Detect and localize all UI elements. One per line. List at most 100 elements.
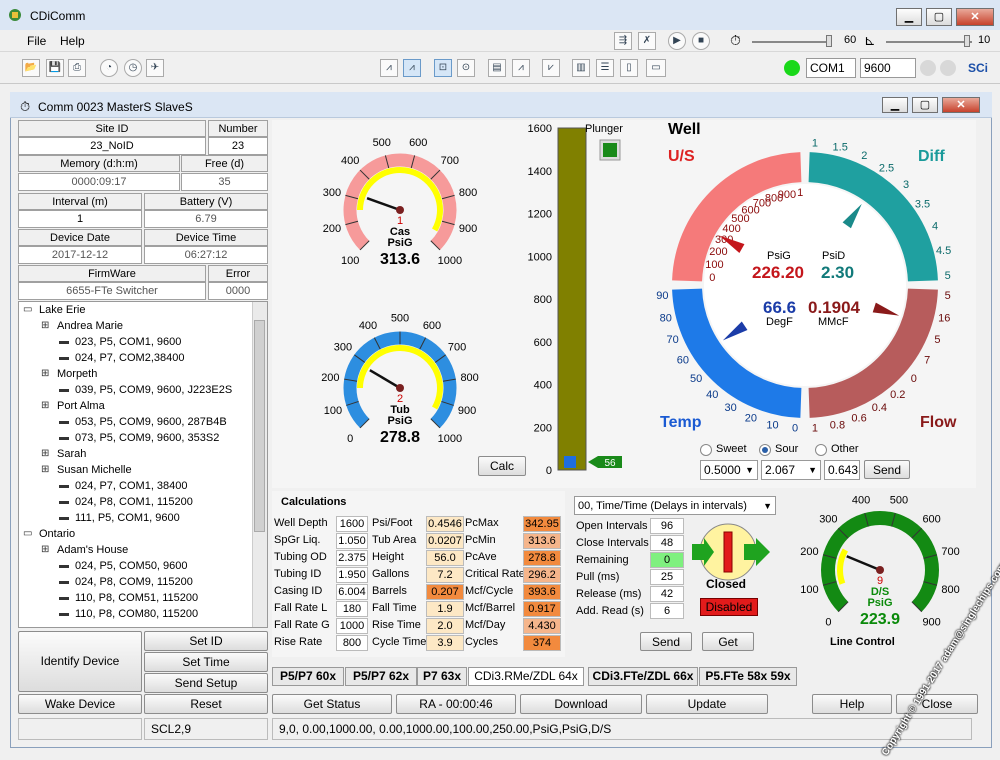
- tree-item[interactable]: 024, P5, COM50, 9600: [75, 560, 188, 572]
- network-icon[interactable]: ⇶: [614, 32, 632, 50]
- calc-value[interactable]: 1.950: [336, 567, 368, 583]
- cascade-icon[interactable]: ▥: [572, 59, 590, 77]
- export-chart-icon[interactable]: ⩗: [542, 59, 560, 77]
- tree-item[interactable]: 023, P5, COM1, 9600: [75, 336, 181, 348]
- number-field[interactable]: 23: [208, 137, 268, 155]
- save-icon[interactable]: 💾: [46, 59, 64, 77]
- calc-value[interactable]: 1000: [336, 618, 368, 634]
- baud-rate-field[interactable]: 9600: [860, 58, 916, 78]
- site-tree[interactable]: ▭ Lake Erie ⊞ Andrea Marie ▬ 023, P5, COM1, 9…: [18, 301, 268, 628]
- com-port-field[interactable]: COM1: [806, 58, 856, 78]
- calc-value[interactable]: 1.050: [336, 533, 368, 549]
- close-window-button[interactable]: ✕: [956, 8, 994, 26]
- magnify-page-icon[interactable]: ⊙: [457, 59, 475, 77]
- tree-item[interactable]: 110, P8, COM51, 115200: [75, 592, 198, 604]
- send-gas-button[interactable]: Send: [864, 460, 910, 479]
- gauge-icon[interactable]: ◔: [100, 59, 118, 77]
- scale-slider-knob[interactable]: [964, 35, 970, 47]
- tree-item[interactable]: 024, P7, COM1, 38400: [75, 480, 188, 492]
- tab-4[interactable]: CDi3.FTe/ZDL 66x: [588, 667, 698, 686]
- tree-item[interactable]: Ontario: [39, 528, 75, 540]
- tree-item[interactable]: 039, P5, COM9, 9600, J223E2S: [75, 384, 232, 396]
- print-icon[interactable]: ⎙: [68, 59, 86, 77]
- tree-item[interactable]: 053, P5, COM9, 9600, 287B4B: [75, 416, 227, 428]
- ra-timer-button[interactable]: RA - 00:00:46: [396, 694, 516, 714]
- calc-value[interactable]: 800: [336, 635, 368, 651]
- tree-item[interactable]: 073, P5, COM9, 9600, 353S2: [75, 432, 219, 444]
- control-value[interactable]: 6: [650, 603, 684, 619]
- line-chart-icon[interactable]: ⩘: [380, 59, 398, 77]
- interval-field[interactable]: 1: [18, 210, 142, 228]
- calc-value[interactable]: 180: [336, 601, 368, 617]
- tab-0[interactable]: P5/P7 60x: [272, 667, 344, 686]
- tree-item[interactable]: 110, P8, COM80, 115200: [75, 608, 198, 620]
- child-maximize-button[interactable]: ▢: [912, 97, 938, 113]
- control-value[interactable]: 42: [650, 586, 684, 602]
- tree-item[interactable]: Adam's House: [57, 544, 128, 556]
- control-value[interactable]: 48: [650, 535, 684, 551]
- tree-item[interactable]: Andrea Marie: [57, 320, 123, 332]
- tree-item[interactable]: 111, P5, COM1, 9600: [75, 512, 180, 524]
- calc-value[interactable]: 1600: [336, 516, 368, 532]
- open-folder-icon[interactable]: 📂: [22, 59, 40, 77]
- child-close-button[interactable]: ✕: [942, 97, 980, 113]
- tree-scroll-thumb[interactable]: [254, 320, 265, 532]
- reset-button[interactable]: Reset: [144, 694, 268, 714]
- tree-item[interactable]: Port Alma: [57, 400, 105, 412]
- control-mode-select[interactable]: 00, Time/Time (Delays in intervals) ▼: [574, 496, 776, 515]
- site-id-field[interactable]: 23_NoID: [18, 137, 206, 155]
- multi-chart-icon[interactable]: ⩘: [403, 59, 421, 77]
- identify-device-button[interactable]: Identify Device: [18, 631, 142, 692]
- gravity-select[interactable]: 0.5000 ▼: [700, 460, 758, 480]
- update-button[interactable]: Update: [646, 694, 768, 714]
- tree-item[interactable]: 024, P7, COM2,38400: [75, 352, 184, 364]
- sweet-radio[interactable]: [700, 444, 712, 456]
- set-time-button[interactable]: Set Time: [144, 652, 268, 672]
- disconnect-icon[interactable]: ✗: [638, 32, 656, 50]
- play-icon[interactable]: ▶: [668, 32, 686, 50]
- menu-file[interactable]: File: [27, 34, 46, 48]
- tab-3[interactable]: CDi3.RMe/ZDL 64x: [468, 667, 584, 686]
- wake-device-button[interactable]: Wake Device: [18, 694, 142, 714]
- zoom-page-icon[interactable]: ⊡: [434, 59, 452, 77]
- stop-icon[interactable]: ■: [692, 32, 710, 50]
- control-value[interactable]: 0: [650, 552, 684, 568]
- tile-vertical-icon[interactable]: ▯: [620, 59, 638, 77]
- diameter-select[interactable]: 2.067 ▼: [761, 460, 821, 480]
- set-id-button[interactable]: Set ID: [144, 631, 268, 651]
- download-button[interactable]: Download: [520, 694, 642, 714]
- get-control-button[interactable]: Get: [702, 632, 754, 651]
- send-setup-button[interactable]: Send Setup: [144, 673, 268, 693]
- tree-item[interactable]: Susan Michelle: [57, 464, 132, 476]
- satellite-icon[interactable]: ✈: [146, 59, 164, 77]
- send-control-button[interactable]: Send: [640, 632, 692, 651]
- calc-button[interactable]: Calc: [478, 456, 526, 476]
- timer-slider-track[interactable]: [752, 41, 832, 43]
- calc-value[interactable]: 6.004: [336, 584, 368, 600]
- other-radio[interactable]: [815, 444, 827, 456]
- scale-slider-track[interactable]: [886, 41, 972, 43]
- tile-horizontal-icon[interactable]: ☰: [596, 59, 614, 77]
- tab-2[interactable]: P7 63x: [417, 667, 467, 686]
- factor-field[interactable]: 0.643: [824, 460, 860, 480]
- help-button[interactable]: Help: [812, 694, 892, 714]
- sour-radio[interactable]: [759, 444, 771, 456]
- tree-item[interactable]: Sarah: [57, 448, 86, 460]
- menu-help[interactable]: Help: [60, 34, 85, 48]
- bar-chart-icon[interactable]: ▤: [488, 59, 506, 77]
- child-minimize-button[interactable]: ▁: [882, 97, 908, 113]
- control-value[interactable]: 96: [650, 518, 684, 534]
- tree-item[interactable]: Lake Erie: [39, 304, 85, 316]
- tree-item[interactable]: 024, P8, COM9, 115200: [75, 576, 193, 588]
- tab-5[interactable]: P5.FTe 58x 59x: [699, 667, 797, 686]
- control-value[interactable]: 25: [650, 569, 684, 585]
- calc-value[interactable]: 2.375: [336, 550, 368, 566]
- tab-1[interactable]: P5/P7 62x: [345, 667, 417, 686]
- maximize-button[interactable]: ▢: [926, 8, 952, 26]
- get-status-button[interactable]: Get Status: [272, 694, 392, 714]
- clock-icon[interactable]: ◷: [124, 59, 142, 77]
- trend-chart-icon[interactable]: ⩘: [512, 59, 530, 77]
- tree-item[interactable]: 024, P8, COM1, 115200: [75, 496, 193, 508]
- timer-slider-knob[interactable]: [826, 35, 832, 47]
- tree-item[interactable]: Morpeth: [57, 368, 97, 380]
